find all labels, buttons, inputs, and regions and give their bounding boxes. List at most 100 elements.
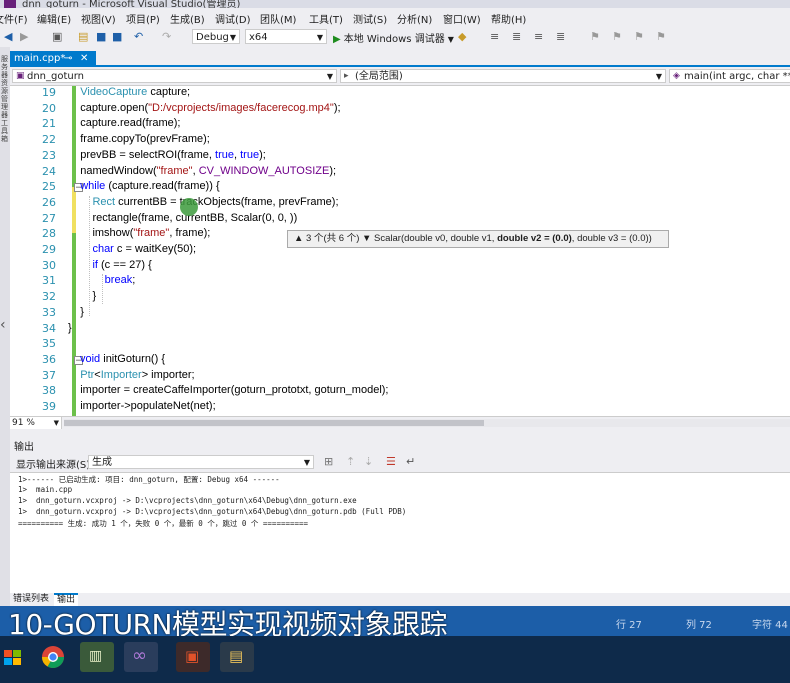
- scrollbar-thumb[interactable]: [64, 420, 484, 426]
- menu-view[interactable]: 视图(V): [81, 11, 116, 26]
- menu-debug[interactable]: 调试(D): [215, 11, 251, 26]
- pin-icon[interactable]: ⊸: [64, 51, 72, 66]
- code-line[interactable]: }: [68, 306, 84, 318]
- status-row: 行 27: [616, 620, 642, 631]
- code-line[interactable]: char c = waitKey(50);: [68, 243, 196, 255]
- code-token: true: [215, 148, 234, 161]
- attach-icon[interactable]: ◆: [458, 31, 466, 43]
- bookmark-prev-icon[interactable]: ⚑: [612, 31, 622, 43]
- line-number: 27: [42, 211, 56, 225]
- scope-combo[interactable]: ▸ (全局范围) ▼: [340, 69, 666, 83]
- bookmark-icon[interactable]: ⚑: [590, 31, 600, 43]
- chevron-left-icon[interactable]: ‹: [0, 317, 6, 333]
- save-icon[interactable]: ■: [96, 31, 106, 43]
- chrome-taskbar-button[interactable]: [36, 642, 70, 672]
- menu-file[interactable]: 文件(F): [0, 11, 28, 26]
- visual-studio-icon: ∞: [132, 645, 147, 666]
- app-taskbar-button[interactable]: ▣: [176, 642, 210, 672]
- clear-all-icon[interactable]: ☰: [386, 456, 396, 468]
- code-line[interactable]: if (c == 27) {: [68, 259, 151, 271]
- comment-icon[interactable]: ≡: [534, 31, 543, 43]
- code-line[interactable]: }: [68, 290, 96, 302]
- line-number: 34: [42, 321, 56, 335]
- menu-window[interactable]: 窗口(W): [443, 11, 481, 26]
- redo-icon[interactable]: ↷: [162, 31, 171, 43]
- next-message-icon[interactable]: ⇣: [364, 456, 373, 468]
- line-number: 23: [42, 148, 56, 162]
- code-line[interactable]: while (capture.read(frame)) {: [68, 180, 220, 193]
- platform-combo[interactable]: x64 ▼: [245, 29, 327, 44]
- start-button[interactable]: [2, 642, 24, 672]
- code-line[interactable]: capture.open("D:/vcprojects/images/facer…: [68, 102, 340, 114]
- code-line[interactable]: importer = createCaffeImporter(goturn_pr…: [68, 384, 388, 396]
- app-taskbar-button[interactable]: ▥: [80, 642, 114, 672]
- member-combo[interactable]: ◈ main(int argc, char ** arg: [669, 69, 790, 83]
- code-line[interactable]: capture.read(frame);: [68, 117, 180, 129]
- indent-icon[interactable]: ≡: [490, 31, 499, 43]
- code-line[interactable]: }: [68, 322, 72, 334]
- code-token: (capture.read(frame)) {: [105, 180, 220, 193]
- open-folder-icon[interactable]: ▤: [78, 31, 88, 43]
- code-line[interactable]: prevBB = selectROI(frame, true, true);: [68, 149, 266, 161]
- code-token: "frame": [133, 227, 170, 240]
- menu-analyze[interactable]: 分析(N): [397, 11, 432, 26]
- scope-value: (全局范围): [355, 71, 403, 82]
- code-line[interactable]: frame.copyTo(prevFrame);: [68, 133, 210, 145]
- menu-project[interactable]: 项目(P): [126, 11, 160, 26]
- code-line[interactable]: importer->populateNet(net);: [68, 400, 215, 412]
- left-tool-rail[interactable]: 服务器资源管理器 工具箱 ‹: [0, 47, 10, 610]
- code-line[interactable]: void initGoturn() {: [80, 353, 165, 365]
- project-combo[interactable]: ▣ dnn_goturn ▼: [12, 69, 337, 83]
- outdent-icon[interactable]: ≣: [512, 31, 521, 43]
- word-wrap-icon[interactable]: ↵: [406, 456, 415, 468]
- code-line[interactable]: break;: [68, 274, 136, 287]
- menu-tools[interactable]: 工具(T): [309, 11, 343, 26]
- line-number: 38: [42, 384, 56, 398]
- code-line[interactable]: VideoCapture capture;: [68, 86, 190, 98]
- tab-main-cpp[interactable]: main.cpp* ⊸ ✕: [10, 51, 96, 67]
- code-line[interactable]: namedWindow("frame", CV_WINDOW_AUTOSIZE)…: [68, 165, 336, 177]
- code-token: namedWindow(: [68, 164, 157, 177]
- code-editor[interactable]: 19 20 21 22 23 24 25 26 27 28 29 30 31 3…: [10, 86, 790, 416]
- menu-edit[interactable]: 编辑(E): [37, 11, 71, 26]
- save-all-icon[interactable]: ■: [112, 31, 122, 43]
- menu-test[interactable]: 测试(S): [353, 11, 387, 26]
- code-token: Rect: [92, 195, 116, 208]
- config-value: Debug: [196, 32, 229, 43]
- run-debugger-button[interactable]: ▶ 本地 Windows 调试器 ▼: [333, 30, 454, 45]
- find-message-icon[interactable]: ⊞: [324, 456, 333, 468]
- menu-help[interactable]: 帮助(H): [491, 11, 526, 26]
- output-text-area[interactable]: 1>------ 已启动生成: 项目: dnn_goturn, 配置: Debu…: [10, 473, 790, 593]
- close-icon[interactable]: ✕: [80, 51, 88, 66]
- zoom-combo[interactable]: 91 % ▼: [10, 417, 62, 429]
- chevron-down-icon: ▼: [326, 72, 333, 81]
- visual-studio-taskbar-button[interactable]: ∞: [124, 642, 158, 672]
- code-line[interactable]: imshow("frame", frame);: [68, 227, 210, 239]
- chevron-down-icon: ▼: [303, 458, 310, 467]
- new-project-icon[interactable]: ▣: [52, 31, 62, 43]
- uncomment-icon[interactable]: ≣: [556, 31, 565, 43]
- unsaved-change-indicator: [72, 187, 76, 233]
- code-token: initGoturn() {: [100, 352, 165, 365]
- bookmark-next-icon[interactable]: ⚑: [634, 31, 644, 43]
- file-explorer-taskbar-button[interactable]: ▤: [220, 642, 254, 672]
- mouse-cursor-highlight: [180, 198, 198, 216]
- horizontal-scrollbar[interactable]: [64, 419, 790, 427]
- rail-label: 服务器资源管理器 工具箱: [1, 55, 8, 143]
- line-number: 19: [42, 86, 56, 99]
- forward-icon[interactable]: ▶: [20, 31, 28, 43]
- code-line[interactable]: Ptr<Importer> importer;: [68, 369, 194, 381]
- undo-icon[interactable]: ↶: [134, 31, 143, 43]
- code-line[interactable]: Rect currentBB = trackObjects(frame, pre…: [68, 195, 338, 208]
- code-token: void: [80, 352, 101, 365]
- prev-message-icon[interactable]: ⇡: [346, 456, 355, 468]
- back-icon[interactable]: ◀: [4, 31, 12, 43]
- output-line: 1> dnn_goturn.vcxproj -> D:\vcprojects\d…: [18, 496, 357, 505]
- config-combo[interactable]: Debug ▼: [192, 29, 240, 44]
- menu-team[interactable]: 团队(M): [260, 11, 296, 26]
- code-token: ;: [132, 274, 136, 287]
- output-source-combo[interactable]: 生成 ▼: [88, 455, 314, 469]
- bookmark-clear-icon[interactable]: ⚑: [656, 31, 666, 43]
- menu-build[interactable]: 生成(B): [170, 11, 205, 26]
